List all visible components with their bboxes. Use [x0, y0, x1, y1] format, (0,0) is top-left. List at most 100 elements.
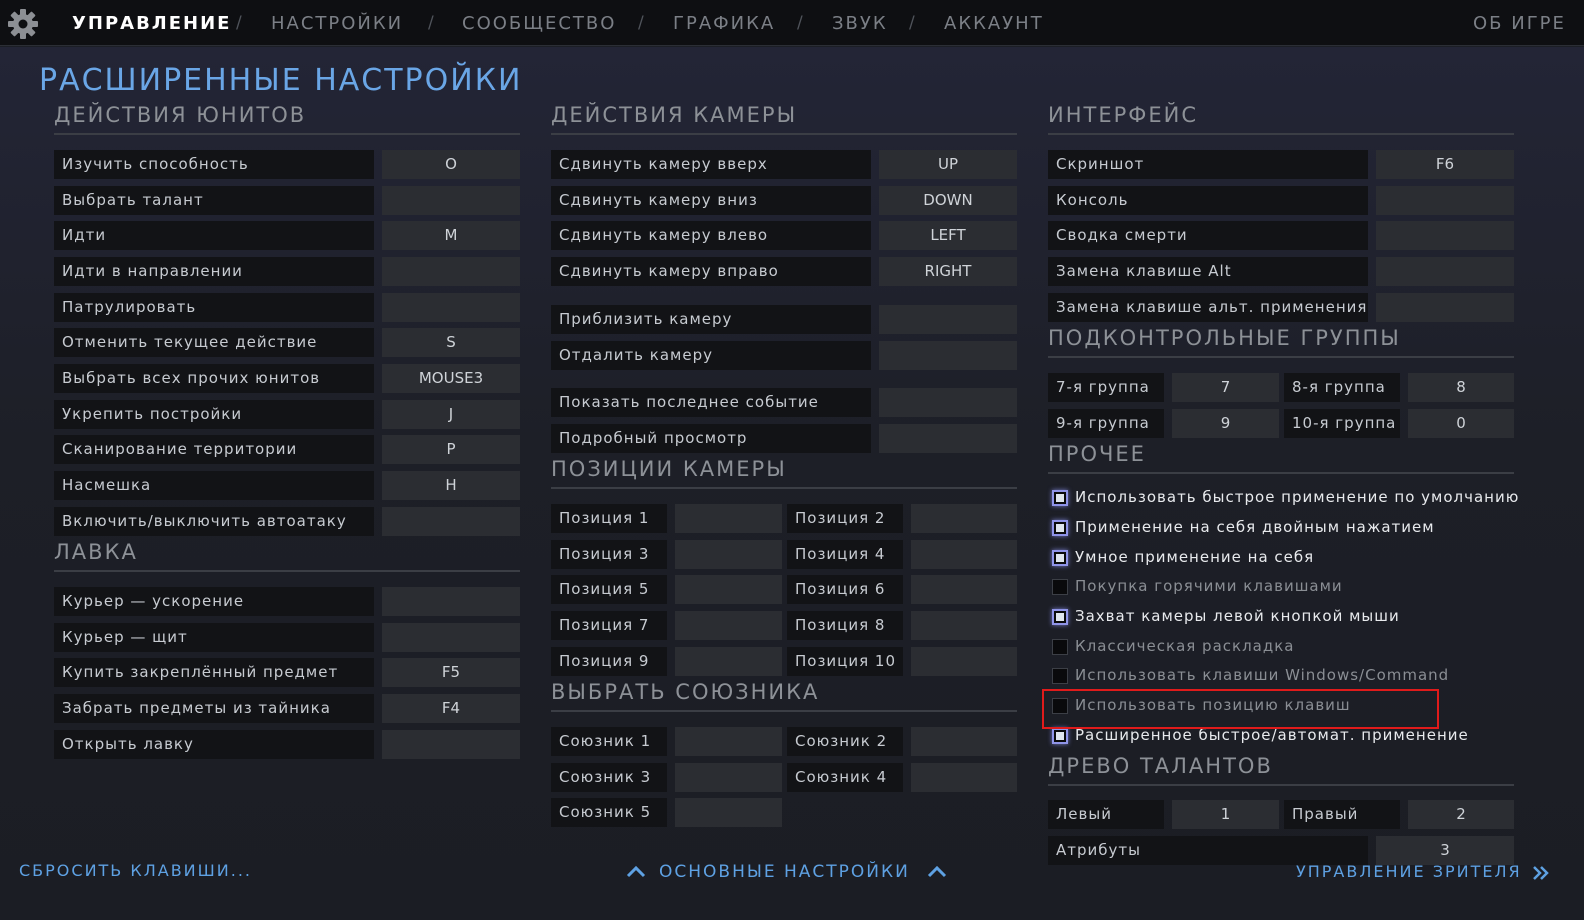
- tab-sound[interactable]: ЗВУК: [832, 13, 888, 34]
- keybind-key-field[interactable]: [675, 540, 782, 569]
- checkbox-label[interactable]: Покупка горячими клавишами: [1075, 577, 1343, 595]
- section-divider: [1048, 356, 1514, 358]
- keybind-label: Открыть лавку: [54, 730, 374, 759]
- keybind-key-field[interactable]: [911, 504, 1017, 533]
- keybind-key-field[interactable]: [1376, 186, 1514, 215]
- keybind-key-field[interactable]: [382, 293, 520, 322]
- keybind-key-field[interactable]: [879, 388, 1017, 417]
- keybind-key-field[interactable]: [879, 305, 1017, 334]
- keybind-key-field[interactable]: [1376, 257, 1514, 286]
- keybind-key-field[interactable]: 9: [1172, 409, 1279, 438]
- keybind-label: Правый: [1284, 800, 1400, 829]
- keybind-key-field[interactable]: UP: [879, 150, 1017, 179]
- keybind-key-field[interactable]: [911, 763, 1017, 792]
- keybind-key-field[interactable]: [382, 730, 520, 759]
- keybind-label: Купить закреплённый предмет: [54, 658, 374, 687]
- keybind-key-field[interactable]: [911, 575, 1017, 604]
- keybind-key-field[interactable]: [675, 575, 782, 604]
- basic-settings-button[interactable]: ОСНОВНЫЕ НАСТРОЙКИ: [624, 860, 954, 886]
- keybind-key-field[interactable]: [382, 257, 520, 286]
- keybind-key-field[interactable]: [911, 540, 1017, 569]
- tab-community[interactable]: СООБЩЕСТВО: [462, 13, 616, 34]
- keybind-key-field[interactable]: [675, 504, 782, 533]
- basic-settings-label: ОСНОВНЫЕ НАСТРОЙКИ: [659, 862, 910, 882]
- tab-settings[interactable]: НАСТРОЙКИ: [271, 13, 403, 34]
- tab-controls[interactable]: УПРАВЛЕНИЕ: [72, 13, 231, 34]
- spectator-controls-button[interactable]: УПРАВЛЕНИЕ ЗРИТЕЛЯ: [1294, 861, 1554, 885]
- keybind-key-field[interactable]: H: [382, 471, 520, 500]
- checkbox[interactable]: [1052, 490, 1068, 506]
- keybind-label: Позиция 7: [551, 611, 667, 640]
- reset-keys-button[interactable]: СБРОСИТЬ КЛАВИШИ...: [19, 861, 252, 880]
- keybind-label: Позиция 5: [551, 575, 667, 604]
- keybind-key-field[interactable]: RIGHT: [879, 257, 1017, 286]
- keybind-key-field[interactable]: [1376, 221, 1514, 250]
- keybind-key-field[interactable]: J: [382, 400, 520, 429]
- keybind-key-field[interactable]: [911, 611, 1017, 640]
- checkbox[interactable]: [1052, 579, 1068, 595]
- keybind-key-field[interactable]: F4: [382, 694, 520, 723]
- checkbox[interactable]: [1052, 668, 1068, 684]
- keybind-key-field[interactable]: [675, 727, 782, 756]
- keybind-label: Включить/выключить автоатаку: [54, 507, 374, 536]
- tab-graphics[interactable]: ГРАФИКА: [673, 13, 775, 34]
- keybind-label: Приблизить камеру: [551, 305, 871, 334]
- keybind-key-field[interactable]: [675, 763, 782, 792]
- keybind-label: Сдвинуть камеру вправо: [551, 257, 871, 286]
- keybind-key-field[interactable]: [879, 341, 1017, 370]
- keybind-key-field[interactable]: 0: [1408, 409, 1514, 438]
- keybind-key-field[interactable]: [1376, 293, 1514, 322]
- keybind-label: Отдалить камеру: [551, 341, 871, 370]
- nav-separator: /: [909, 13, 915, 33]
- keybind-label: Скриншот: [1048, 150, 1368, 179]
- keybind-key-field[interactable]: P: [382, 435, 520, 464]
- keybind-key-field[interactable]: [382, 587, 520, 616]
- checkbox-label[interactable]: Применение на себя двойным нажатием: [1075, 518, 1435, 536]
- keybind-key-field[interactable]: 2: [1408, 800, 1514, 829]
- keybind-key-field[interactable]: 8: [1408, 373, 1514, 402]
- checkbox[interactable]: [1052, 639, 1068, 655]
- keybind-label: Позиция 8: [787, 611, 903, 640]
- keybind-key-field[interactable]: 7: [1172, 373, 1279, 402]
- keybind-key-field[interactable]: [382, 507, 520, 536]
- checkbox-label[interactable]: Использовать быстрое применение по умолч…: [1075, 488, 1519, 506]
- keybind-key-field[interactable]: [675, 647, 782, 676]
- keybind-key-field[interactable]: [675, 798, 782, 827]
- keybind-label: Позиция 3: [551, 540, 667, 569]
- checkbox[interactable]: [1052, 728, 1068, 744]
- checkbox-label[interactable]: Захват камеры левой кнопкой мыши: [1075, 607, 1400, 625]
- keybind-key-field[interactable]: 1: [1172, 800, 1279, 829]
- keybind-key-field[interactable]: MOUSE3: [382, 364, 520, 393]
- select-ally-title: ВЫБРАТЬ СОЮЗНИКА: [551, 680, 820, 704]
- keybind-key-field[interactable]: S: [382, 328, 520, 357]
- double-chevron-right-icon: [1533, 866, 1549, 880]
- checkbox[interactable]: [1052, 609, 1068, 625]
- checkbox[interactable]: [1052, 520, 1068, 536]
- keybind-key-field[interactable]: [382, 186, 520, 215]
- keybind-key-field[interactable]: F6: [1376, 150, 1514, 179]
- checkbox-label[interactable]: Умное применение на себя: [1075, 548, 1314, 566]
- tab-about-game[interactable]: ОБ ИГРЕ: [1473, 13, 1566, 34]
- section-divider: [1048, 472, 1514, 474]
- keybind-label: 8-я группа: [1284, 373, 1400, 402]
- section-divider: [54, 133, 520, 135]
- checkbox-label[interactable]: Использовать клавиши Windows/Command: [1075, 666, 1449, 684]
- checkbox-label[interactable]: Классическая раскладка: [1075, 637, 1294, 655]
- keybind-label: Союзник 2: [787, 727, 903, 756]
- keybind-key-field[interactable]: [675, 611, 782, 640]
- section-divider: [551, 487, 1017, 489]
- keybind-key-field[interactable]: F5: [382, 658, 520, 687]
- keybind-key-field[interactable]: [879, 424, 1017, 453]
- tab-account[interactable]: АККАУНТ: [944, 13, 1044, 34]
- keybind-key-field[interactable]: O: [382, 150, 520, 179]
- keybind-key-field[interactable]: DOWN: [879, 186, 1017, 215]
- checkbox[interactable]: [1052, 550, 1068, 566]
- settings-gear-icon[interactable]: [6, 7, 40, 41]
- keybind-key-field[interactable]: [911, 727, 1017, 756]
- keybind-key-field[interactable]: M: [382, 221, 520, 250]
- unit-actions-title: ДЕЙСТВИЯ ЮНИТОВ: [54, 103, 307, 127]
- keybind-key-field[interactable]: LEFT: [879, 221, 1017, 250]
- spectator-controls-label: УПРАВЛЕНИЕ ЗРИТЕЛЯ: [1296, 862, 1522, 881]
- keybind-key-field[interactable]: [911, 647, 1017, 676]
- keybind-key-field[interactable]: [382, 623, 520, 652]
